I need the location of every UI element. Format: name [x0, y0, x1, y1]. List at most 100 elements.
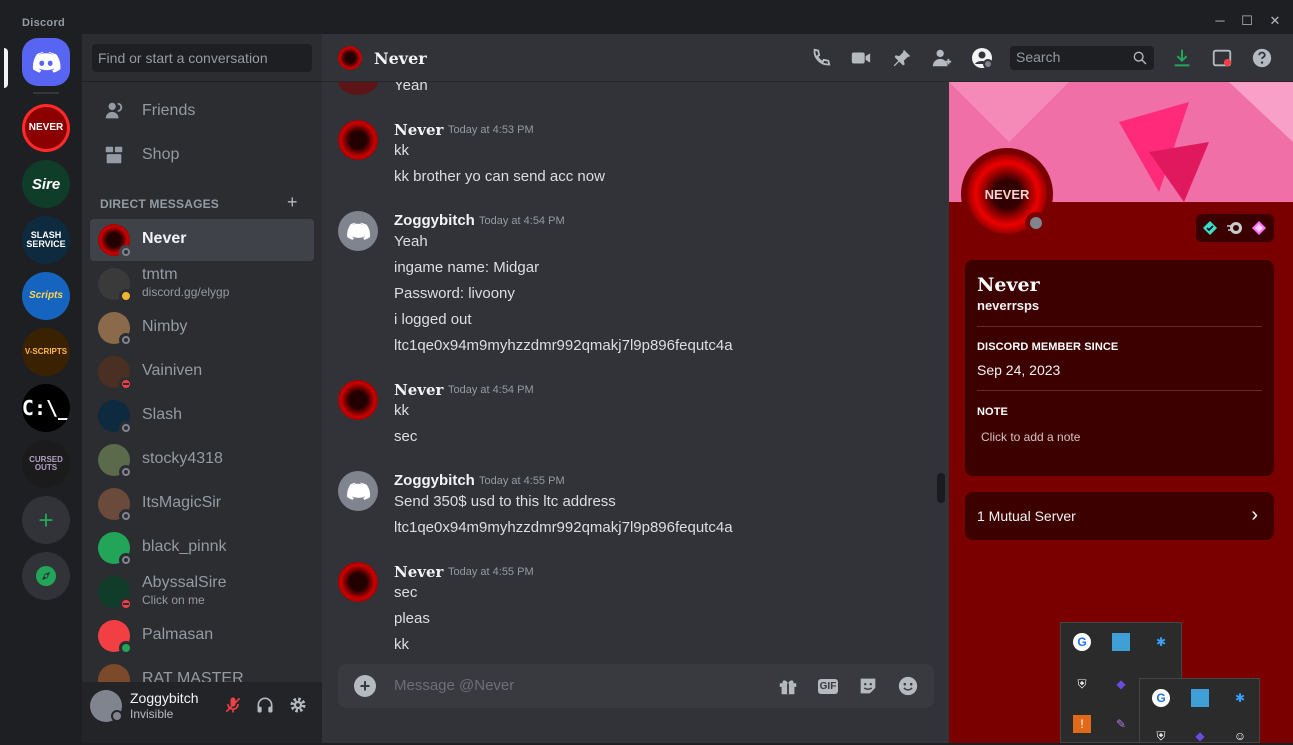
message-timestamp: Today at 4:55 PM [479, 475, 565, 487]
inbox-button[interactable] [1210, 46, 1234, 70]
security-shield-icon[interactable]: ⛨ [1152, 727, 1170, 745]
channel-name[interactable]: Never [374, 49, 427, 68]
inbox-icon [1212, 49, 1232, 67]
voice-call-button[interactable] [809, 46, 833, 70]
upload-button[interactable]: + [354, 675, 376, 697]
server-icon-v-scripts[interactable]: V-SCRIPTS [22, 328, 70, 376]
google-drive-icon[interactable]: G [1152, 689, 1170, 707]
dm-item-palmasan[interactable]: Palmasan [90, 615, 314, 657]
pinned-messages-button[interactable] [890, 46, 914, 70]
mute-button[interactable] [222, 694, 244, 716]
gift-button[interactable] [776, 674, 800, 698]
note-input[interactable]: Click to add a note [981, 430, 1080, 444]
network-monitor-icon[interactable] [1112, 633, 1130, 651]
server-icon-scripts[interactable]: Scripts [22, 272, 70, 320]
feather-icon[interactable]: ✎ [1112, 715, 1130, 733]
user-panel: Zoggybitch Invisible [82, 682, 322, 743]
dm-item-tmtm[interactable]: tmtm discord.gg/elygp [90, 263, 314, 305]
selected-indicator [4, 48, 8, 88]
app-tray-icon[interactable]: ◆ [1191, 727, 1209, 745]
emoji-button[interactable] [896, 674, 920, 698]
add-friends-to-dm-button[interactable] [930, 46, 954, 70]
nitro-badge-icon[interactable] [1227, 220, 1243, 236]
message-author[interactable]: Zoggybitch [394, 472, 475, 489]
minimize-button[interactable]: ─ [1210, 11, 1230, 31]
dm-item-never[interactable]: Never [90, 219, 314, 261]
deafen-button[interactable] [254, 694, 276, 716]
message-author[interactable]: Zoggybitch [394, 212, 475, 229]
profile-username: neverrsps [977, 298, 1040, 313]
friends-nav[interactable]: Friends [90, 90, 314, 132]
gif-button[interactable]: GIF [816, 674, 840, 698]
profile-info-card: Never neverrsps DISCORD MEMBER SINCE Sep… [965, 260, 1274, 476]
network-monitor-icon[interactable] [1191, 689, 1209, 707]
status-indicator [1025, 212, 1047, 234]
dm-item-itsmagicsir[interactable]: ItsMagicSir [90, 483, 314, 525]
hypesquad-badge-icon[interactable] [1202, 220, 1218, 236]
mutual-servers-button[interactable]: 1 Mutual Server › [965, 492, 1274, 540]
server-icon-slash-service[interactable]: SLASH SERVICE [22, 216, 70, 264]
message-input[interactable]: Message @Never [394, 677, 514, 694]
author-avatar[interactable] [338, 562, 378, 602]
message-text: kk [394, 636, 409, 653]
boost-badge-icon[interactable] [1251, 220, 1267, 236]
explore-servers-button[interactable] [22, 552, 70, 600]
author-avatar[interactable] [338, 211, 378, 251]
app-tray-icon[interactable]: ◆ [1112, 675, 1130, 693]
home-button[interactable] [22, 38, 70, 86]
message-author[interactable]: Never [394, 563, 443, 581]
server-icon-sire[interactable]: Sire [22, 160, 70, 208]
discord-tray-icon[interactable]: ☺ [1231, 727, 1249, 745]
discord-logo-icon [347, 482, 371, 500]
user-profile-toggle[interactable] [970, 46, 994, 70]
dm-item-slash[interactable]: Slash [90, 395, 314, 437]
member-since-label: DISCORD MEMBER SINCE [977, 341, 1119, 353]
mutual-servers-label: 1 Mutual Server [977, 508, 1076, 524]
security-shield-icon[interactable]: ⛨ [1073, 675, 1091, 693]
add-server-button[interactable]: + [22, 496, 70, 544]
download-apps-button[interactable] [1170, 46, 1194, 70]
server-icon-never[interactable]: NEVER [22, 104, 70, 152]
bluetooth-icon[interactable]: ✱ [1152, 633, 1170, 651]
user-settings-button[interactable] [287, 694, 309, 716]
dm-item-rat-master[interactable]: RAT MASTER [90, 659, 314, 682]
message-author[interactable]: Never [394, 381, 443, 399]
dm-name: Vainiven [142, 362, 203, 379]
dm-sidebar: Find or start a conversation Friends Sho… [82, 34, 322, 743]
avatar [98, 532, 133, 567]
message-text: i logged out [394, 311, 472, 328]
status-indicator [119, 333, 133, 347]
message-text: pleas [394, 610, 430, 627]
server-icon-c-prompt[interactable]: C:\_ [22, 384, 70, 432]
close-window-button[interactable]: ✕ [1265, 11, 1285, 31]
dm-status-text: discord.gg/elygp [142, 285, 230, 299]
chat-scrollbar[interactable] [937, 473, 945, 503]
dm-item-black-pinnk[interactable]: black_pinnk [90, 527, 314, 569]
sticker-button[interactable] [856, 674, 880, 698]
message-timestamp: Today at 4:53 PM [448, 124, 534, 136]
status-indicator [119, 641, 133, 655]
dm-item-abyssalsire[interactable]: AbyssalSire Click on me [90, 571, 314, 613]
help-button[interactable] [1250, 46, 1274, 70]
shop-nav[interactable]: Shop [90, 134, 314, 176]
dm-item-vainiven[interactable]: Vainiven [90, 351, 314, 393]
server-icon-cursed-outs[interactable]: CURSED OUTS [22, 440, 70, 488]
search-input[interactable]: Search [1010, 46, 1154, 70]
message-text: kk [394, 402, 409, 419]
create-dm-button[interactable]: + [287, 192, 298, 213]
maximize-button[interactable]: ☐ [1237, 11, 1257, 31]
dm-name: ItsMagicSir [142, 494, 222, 511]
plus-icon: + [359, 676, 371, 696]
google-drive-icon[interactable]: G [1073, 633, 1091, 651]
java-update-icon[interactable]: ! [1073, 715, 1091, 733]
author-avatar[interactable] [338, 471, 378, 511]
message-author[interactable]: Never [394, 121, 443, 139]
author-avatar[interactable] [338, 380, 378, 420]
divider [977, 390, 1262, 391]
bluetooth-icon[interactable]: ✱ [1231, 689, 1249, 707]
dm-search-input[interactable]: Find or start a conversation [92, 44, 312, 72]
author-avatar[interactable] [338, 120, 378, 160]
video-call-button[interactable] [849, 46, 873, 70]
dm-item-stocky4318[interactable]: stocky4318 [90, 439, 314, 481]
dm-item-nimby[interactable]: Nimby [90, 307, 314, 349]
